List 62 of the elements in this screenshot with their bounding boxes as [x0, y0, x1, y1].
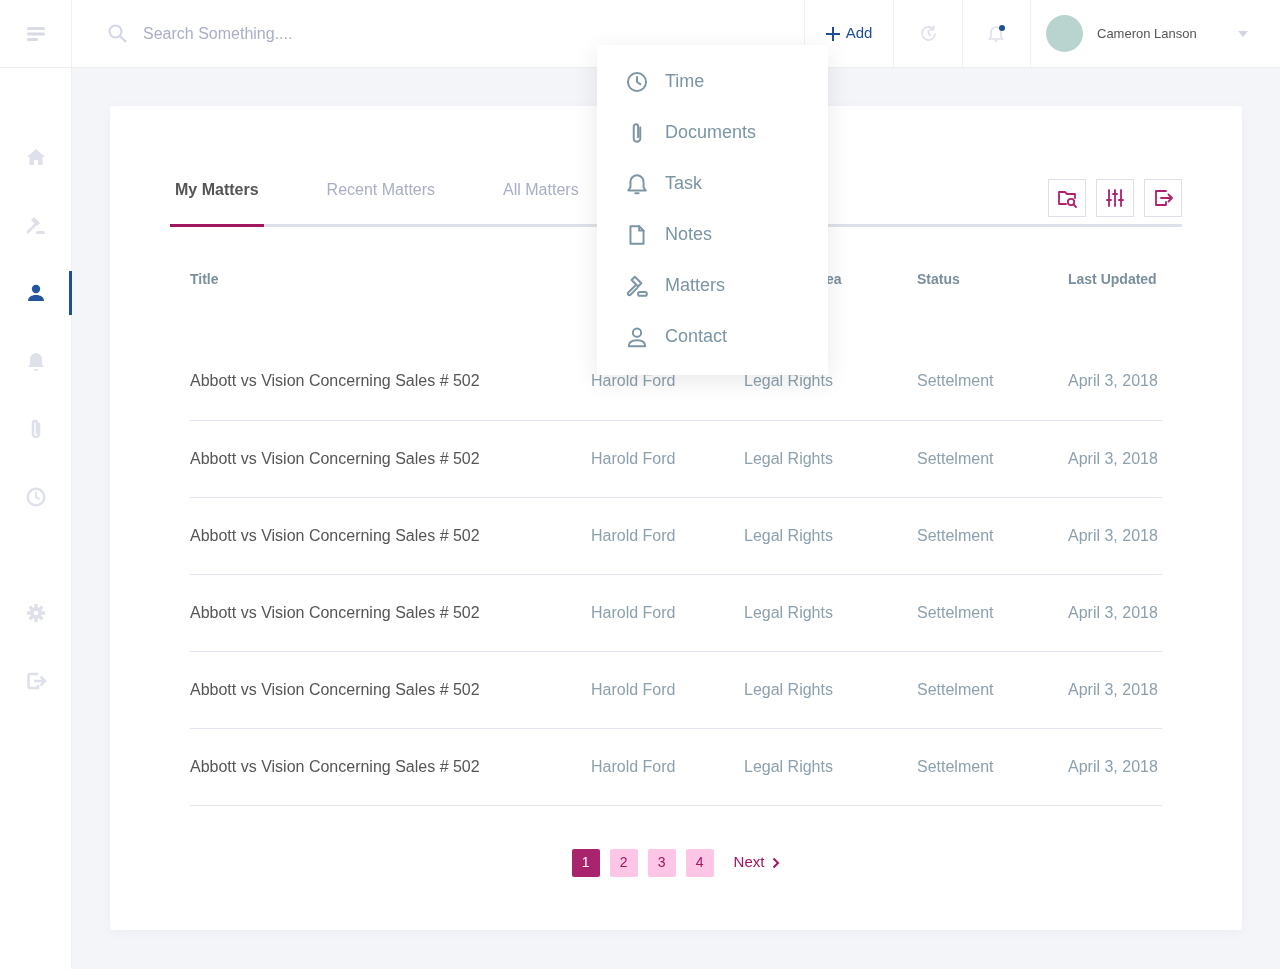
column-header: Last Updated	[1068, 270, 1158, 289]
table-cell: Settelment	[917, 420, 1068, 497]
settings-icon	[24, 602, 47, 624]
search-field[interactable]: Search Something....	[141, 20, 441, 47]
table-cell: Abbott vs Vision Concerning Sales # 502	[190, 343, 591, 420]
page-button[interactable]: 3	[647, 848, 676, 877]
table-cell: Abbott vs Vision Concerning Sales # 502	[190, 574, 591, 651]
table-cell: April 3, 2018	[1068, 728, 1162, 805]
table-cell: Legal Rights	[744, 574, 917, 651]
page-button[interactable]: 1	[571, 848, 600, 877]
plus-icon	[825, 26, 840, 41]
table-cell: Harold Ford	[591, 420, 744, 497]
table-cell: Settelment	[917, 574, 1068, 651]
next-link[interactable]: Next	[733, 851, 781, 874]
folder-search-button[interactable]	[1048, 179, 1086, 217]
table-cell: April 3, 2018	[1068, 651, 1162, 728]
caret-icon[interactable]	[1238, 30, 1248, 37]
table-cell: Harold Ford	[591, 651, 744, 728]
sliders-button[interactable]	[1096, 179, 1134, 217]
menu-icon[interactable]	[26, 26, 45, 41]
table-cell: Abbott vs Vision Concerning Sales # 502	[190, 651, 591, 728]
table-cell: Harold Ford	[591, 574, 744, 651]
table-cell: April 3, 2018	[1068, 497, 1162, 574]
table-cell: Settelment	[917, 728, 1068, 805]
tab[interactable]: My Matters	[170, 178, 264, 227]
column-header: Title	[190, 270, 220, 289]
menu-item[interactable]: Documents	[597, 107, 828, 158]
menu-item[interactable]: Matters	[597, 260, 828, 311]
table-cell: Legal Rights	[744, 651, 917, 728]
table-cell: April 3, 2018	[1068, 574, 1162, 651]
add-button[interactable]: Add	[805, 0, 893, 67]
notification-icon[interactable]	[986, 23, 1007, 44]
table-cell: Legal Rights	[744, 420, 917, 497]
table-cell: April 3, 2018	[1068, 343, 1162, 420]
column-header: Status	[917, 269, 1068, 343]
menu-item[interactable]: Notes	[597, 209, 828, 260]
clock-icon	[625, 69, 649, 94]
clock-icon	[24, 486, 47, 508]
logout-icon	[24, 670, 47, 692]
export-icon	[1152, 187, 1174, 209]
user-avatar[interactable]	[1046, 15, 1083, 52]
table-cell: April 3, 2018	[1068, 420, 1162, 497]
bell-icon	[625, 171, 649, 196]
table-cell: Harold Ford	[591, 497, 744, 574]
table-cell: Harold Ford	[591, 728, 744, 805]
chevron-right-icon	[772, 856, 781, 869]
export-button[interactable]	[1144, 179, 1182, 217]
table-cell: Settelment	[917, 343, 1068, 420]
table-cell: Settelment	[917, 651, 1068, 728]
page-button[interactable]: 4	[685, 848, 714, 877]
table-cell: Abbott vs Vision Concerning Sales # 502	[190, 497, 591, 574]
refresh-icon[interactable]	[918, 24, 938, 43]
page-button[interactable]: 2	[609, 848, 638, 877]
menu-item[interactable]: Task	[597, 158, 828, 209]
sliders-icon	[1104, 187, 1126, 209]
table-cell: Abbott vs Vision Concerning Sales # 502	[190, 420, 591, 497]
table-cell: Settelment	[917, 497, 1068, 574]
table-cell: Legal Rights	[744, 497, 917, 574]
table-cell: Abbott vs Vision Concerning Sales # 502	[190, 728, 591, 805]
table-cell: Legal Rights	[744, 728, 917, 805]
search-icon	[108, 24, 127, 43]
user-name[interactable]: Cameron Lanson	[1097, 23, 1197, 44]
